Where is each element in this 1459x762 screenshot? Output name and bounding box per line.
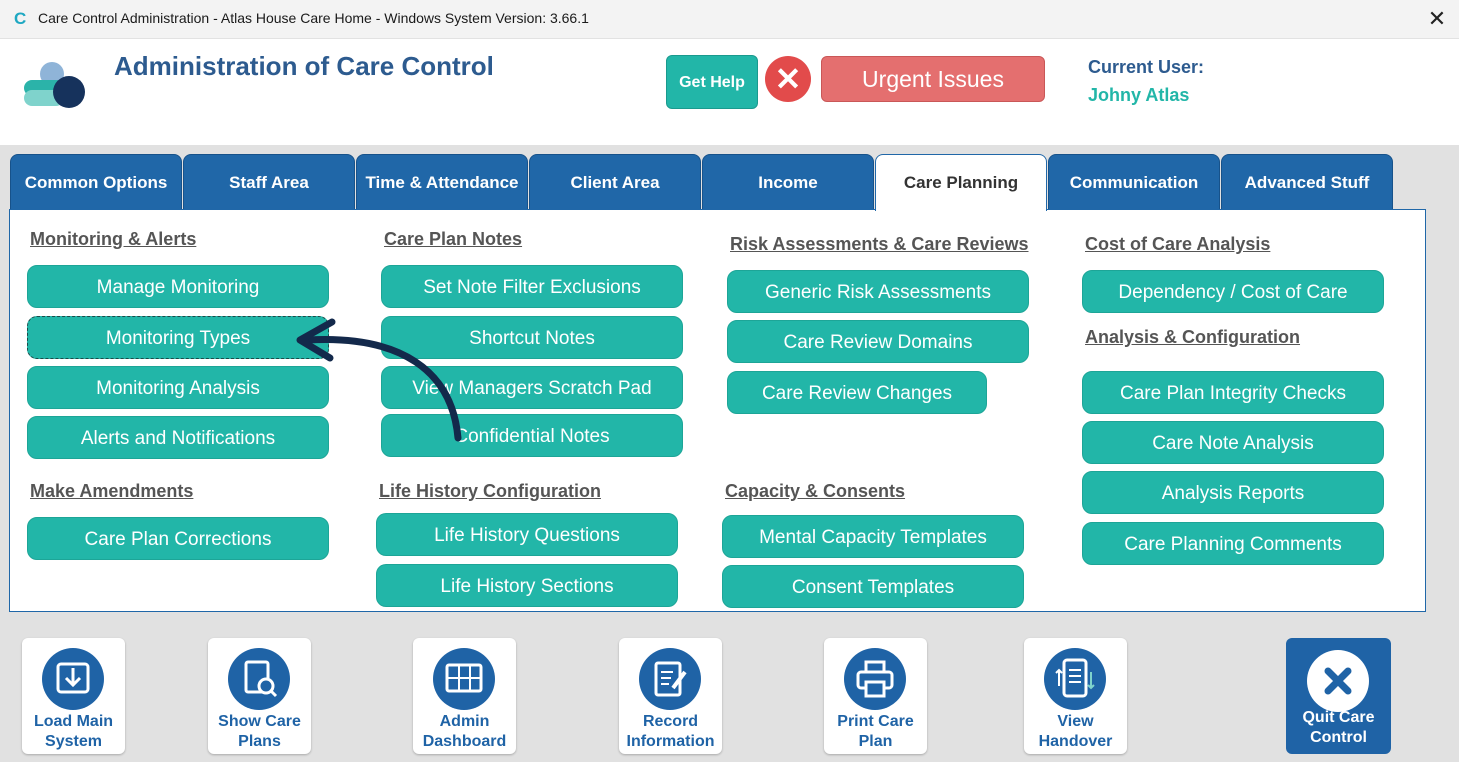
tab-staff-area[interactable]: Staff Area xyxy=(183,154,355,210)
close-icon xyxy=(1307,650,1369,712)
alerts-notifications-button[interactable]: Alerts and Notifications xyxy=(27,416,329,459)
care-plan-corrections-button[interactable]: Care Plan Corrections xyxy=(27,517,329,560)
tab-communication[interactable]: Communication xyxy=(1048,154,1220,210)
manage-monitoring-button[interactable]: Manage Monitoring xyxy=(27,265,329,308)
urgent-issues-button[interactable]: Urgent Issues xyxy=(821,56,1045,102)
risk-assessments-heading: Risk Assessments & Care Reviews xyxy=(730,234,1029,254)
window-title-bar: C Care Control Administration - Atlas Ho… xyxy=(0,0,1459,39)
life-history-configuration-heading: Life History Configuration xyxy=(379,481,601,501)
capacity-consents-heading: Capacity & Consents xyxy=(725,481,906,501)
cost-of-care-heading: Cost of Care Analysis xyxy=(1085,234,1271,254)
care-note-analysis-button[interactable]: Care Note Analysis xyxy=(1082,421,1384,464)
shortcut-notes-button[interactable]: Shortcut Notes xyxy=(381,316,683,359)
record-information-button[interactable]: Record Information xyxy=(619,638,722,754)
window-title: Care Control Administration - Atlas Hous… xyxy=(38,10,589,26)
tab-income[interactable]: Income xyxy=(702,154,874,210)
window-close-icon[interactable]: ✕ xyxy=(1422,4,1452,34)
consent-templates-button[interactable]: Consent Templates xyxy=(722,565,1024,608)
record-information-label: Record Information xyxy=(626,713,715,750)
app-icon: C xyxy=(14,9,27,28)
page-title: Administration of Care Control xyxy=(114,51,494,81)
admin-dashboard-label: Admin Dashboard xyxy=(422,713,507,750)
set-note-filter-exclusions-button[interactable]: Set Note Filter Exclusions xyxy=(381,265,683,308)
print-care-plan-label: Print Care Plan xyxy=(837,713,914,750)
analysis-reports-button[interactable]: Analysis Reports xyxy=(1082,471,1384,514)
show-care-plans-button[interactable]: Show Care Plans xyxy=(208,638,311,754)
print-care-plan-button[interactable]: Print Care Plan xyxy=(824,638,927,754)
download-tray-icon xyxy=(42,648,104,710)
care-review-changes-button[interactable]: Care Review Changes xyxy=(727,371,987,414)
load-main-system-label: Load Main System xyxy=(33,713,114,750)
tab-time-attendance[interactable]: Time & Attendance xyxy=(356,154,528,210)
view-handover-label: View Handover xyxy=(1038,713,1113,750)
make-amendments-heading: Make Amendments xyxy=(30,481,194,501)
handover-list-icon xyxy=(1044,648,1106,710)
care-control-logo-icon xyxy=(24,62,85,108)
monitoring-analysis-button[interactable]: Monitoring Analysis xyxy=(27,366,329,409)
monitoring-alerts-heading: Monitoring & Alerts xyxy=(30,229,197,249)
care-plan-notes-heading: Care Plan Notes xyxy=(384,229,523,249)
tab-client-area[interactable]: Client Area xyxy=(529,154,701,210)
tab-common-options[interactable]: Common Options xyxy=(10,154,182,210)
current-user-label: Current User: xyxy=(1088,57,1205,77)
dashboard-icon xyxy=(433,648,495,710)
load-main-system-button[interactable]: Load Main System xyxy=(22,638,125,754)
confidential-notes-button[interactable]: Confidential Notes xyxy=(381,414,683,457)
life-history-sections-button[interactable]: Life History Sections xyxy=(376,564,678,607)
get-help-button[interactable]: Get Help xyxy=(666,55,758,109)
admin-dashboard-button[interactable]: Admin Dashboard xyxy=(413,638,516,754)
care-plan-integrity-checks-button[interactable]: Care Plan Integrity Checks xyxy=(1082,371,1384,414)
edit-document-icon xyxy=(639,648,701,710)
urgent-close-icon[interactable]: ✕ xyxy=(765,56,811,102)
life-history-questions-button[interactable]: Life History Questions xyxy=(376,513,678,556)
show-care-plans-label: Show Care Plans xyxy=(218,713,301,750)
view-managers-scratch-pad-button[interactable]: View Managers Scratch Pad xyxy=(381,366,683,409)
printer-icon xyxy=(844,648,906,710)
tab-care-planning[interactable]: Care Planning xyxy=(875,154,1047,211)
quit-care-control-label: Quit Care Control xyxy=(1302,709,1375,746)
document-search-icon xyxy=(228,648,290,710)
care-planning-comments-button[interactable]: Care Planning Comments xyxy=(1082,522,1384,565)
dependency-cost-of-care-button[interactable]: Dependency / Cost of Care xyxy=(1082,270,1384,313)
quit-care-control-button[interactable]: Quit Care Control xyxy=(1286,638,1391,754)
care-review-domains-button[interactable]: Care Review Domains xyxy=(727,320,1029,363)
tab-advanced-stuff[interactable]: Advanced Stuff xyxy=(1221,154,1393,210)
monitoring-types-button[interactable]: Monitoring Types xyxy=(27,316,329,359)
current-user-name: Johny Atlas xyxy=(1088,85,1190,105)
view-handover-button[interactable]: View Handover xyxy=(1024,638,1127,754)
analysis-configuration-heading: Analysis & Configuration xyxy=(1085,327,1301,347)
mental-capacity-templates-button[interactable]: Mental Capacity Templates xyxy=(722,515,1024,558)
generic-risk-assessments-button[interactable]: Generic Risk Assessments xyxy=(727,270,1029,313)
